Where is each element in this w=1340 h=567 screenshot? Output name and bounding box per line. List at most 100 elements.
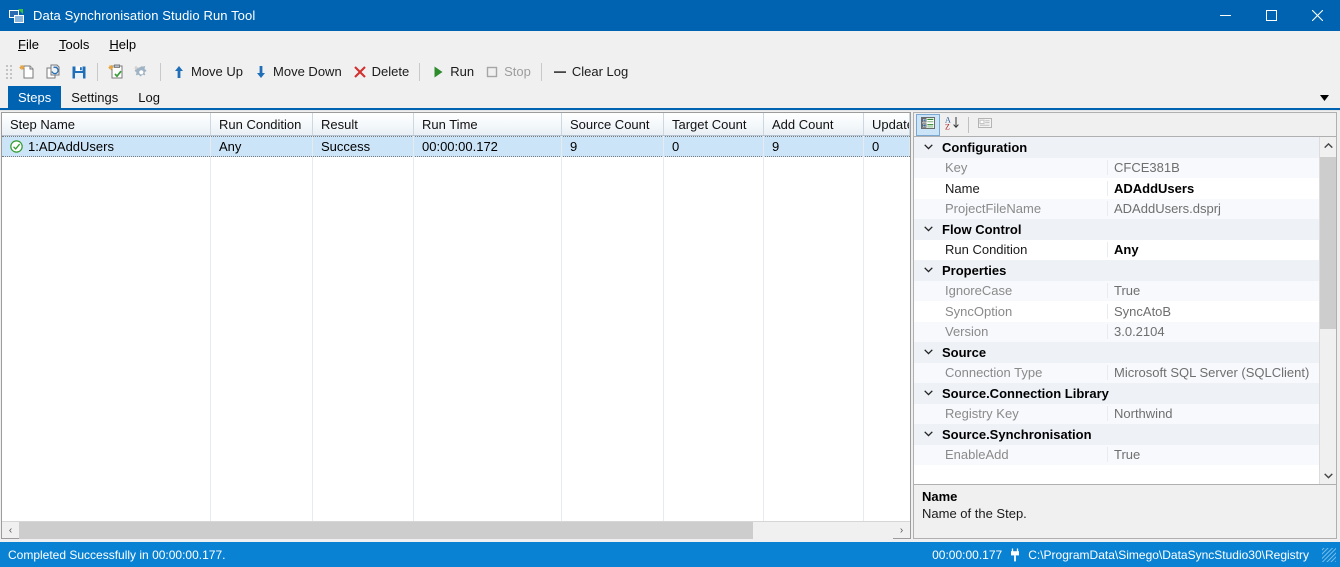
categorized-view-button[interactable] [916, 113, 940, 136]
property-grid-toolbar: A Z [913, 112, 1337, 136]
scroll-right-icon[interactable]: › [893, 522, 910, 539]
refresh-settings-button[interactable] [129, 60, 155, 83]
column-header-result[interactable]: Result [313, 113, 414, 135]
property-value[interactable]: Northwind [1107, 406, 1319, 422]
scroll-left-icon[interactable]: ‹ [2, 522, 19, 539]
hscroll-thumb[interactable] [19, 521, 754, 539]
toolbar: Move Up Move Down Delete Run Stop Clear … [0, 57, 1340, 86]
property-value[interactable]: ADAddUsers.dsprj [1107, 201, 1319, 217]
property-row-syncoption[interactable]: SyncOption SyncAtoB [914, 301, 1319, 322]
cell-step-name-text: 1:ADAddUsers [28, 139, 114, 154]
column-header-update[interactable]: Update [864, 113, 910, 135]
chevron-down-icon[interactable] [914, 431, 942, 437]
arrow-up-icon [171, 64, 187, 80]
property-name: EnableAdd [945, 447, 1009, 463]
save-button[interactable] [66, 60, 92, 83]
toolbar-separator [97, 62, 98, 81]
property-value[interactable]: Any [1107, 242, 1319, 258]
property-row-version[interactable]: Version 3.0.2104 [914, 321, 1319, 342]
property-name: ProjectFileName [945, 201, 1042, 217]
menu-item-tools[interactable]: Tools [49, 34, 99, 55]
table-row[interactable]: 1:ADAddUsers Any Success 00:00:00.172 9 … [2, 136, 910, 157]
clear-log-button[interactable]: Clear Log [547, 60, 633, 83]
app-sync-icon [9, 8, 25, 24]
run-button[interactable]: Run [425, 60, 479, 83]
cell-target-count[interactable]: 0 [664, 137, 764, 156]
property-category-source-synchronisation[interactable]: Source.Synchronisation [914, 424, 1319, 445]
category-label: Source [942, 344, 987, 360]
chevron-down-icon[interactable] [914, 390, 942, 396]
property-row-enableadd[interactable]: EnableAdd True [914, 444, 1319, 465]
delete-button[interactable]: Delete [347, 60, 415, 83]
resize-grip[interactable] [1322, 547, 1336, 562]
property-grid-vscrollbar[interactable] [1319, 137, 1336, 484]
tab-settings[interactable]: Settings [61, 86, 128, 108]
open-button[interactable] [40, 60, 66, 83]
property-category-properties[interactable]: Properties [914, 260, 1319, 281]
property-value[interactable]: 3.0.2104 [1107, 324, 1319, 340]
chevron-down-icon[interactable] [1318, 92, 1330, 104]
property-value[interactable]: True [1107, 447, 1319, 463]
arrow-down-icon [253, 64, 269, 80]
property-row-ignorecase[interactable]: IgnoreCase True [914, 280, 1319, 301]
column-header-run-condition[interactable]: Run Condition [211, 113, 313, 135]
success-check-icon [10, 140, 23, 153]
menu-item-file[interactable]: File [8, 34, 49, 55]
move-down-button[interactable]: Move Down [248, 60, 347, 83]
property-category-source[interactable]: Source [914, 342, 1319, 363]
tab-steps[interactable]: Steps [8, 86, 62, 108]
property-name: Version [945, 324, 989, 340]
cell-update[interactable]: 0 [864, 137, 910, 156]
property-pages-button[interactable] [974, 115, 996, 135]
property-category-flow-control[interactable]: Flow Control [914, 219, 1319, 240]
cell-step-name[interactable]: 1:ADAddUsers [2, 137, 211, 156]
property-value[interactable]: Microsoft SQL Server (SQLClient) [1107, 365, 1319, 381]
cell-source-count[interactable]: 9 [562, 137, 664, 156]
column-header-add-count[interactable]: Add Count [764, 113, 864, 135]
column-header-run-time[interactable]: Run Time [414, 113, 562, 135]
scroll-down-icon[interactable] [1320, 467, 1336, 484]
chevron-down-icon[interactable] [914, 226, 942, 232]
steps-grid-hscrollbar[interactable]: ‹ › [2, 521, 910, 539]
chevron-down-icon[interactable] [914, 267, 942, 273]
property-row-name[interactable]: Name ADAddUsers [914, 178, 1319, 199]
close-button[interactable] [1294, 0, 1340, 31]
property-name: Connection Type [945, 365, 1043, 381]
tab-strip: Steps Settings Log [0, 86, 1340, 110]
sort-alphabetical-button[interactable]: A Z [941, 115, 963, 135]
property-row-registry-key[interactable]: Registry Key Northwind [914, 403, 1319, 424]
tab-log[interactable]: Log [128, 86, 170, 108]
property-row-key[interactable]: Key CFCE381B [914, 157, 1319, 178]
property-row-connection-type[interactable]: Connection Type Microsoft SQL Server (SQ… [914, 362, 1319, 383]
property-name: Run Condition [945, 242, 1028, 258]
maximize-button[interactable] [1248, 0, 1294, 31]
new-button[interactable] [14, 60, 40, 83]
chevron-down-icon[interactable] [914, 144, 942, 150]
cell-run-time[interactable]: 00:00:00.172 [414, 137, 562, 156]
vscroll-thumb[interactable] [1320, 157, 1336, 329]
property-row-projectfilename[interactable]: ProjectFileName ADAddUsers.dsprj [914, 198, 1319, 219]
property-value[interactable]: ADAddUsers [1107, 180, 1319, 196]
cell-result[interactable]: Success [313, 137, 414, 156]
delete-x-icon [352, 64, 368, 80]
property-value[interactable]: CFCE381B [1107, 160, 1319, 176]
property-category-source-connection-library[interactable]: Source.Connection Library [914, 383, 1319, 404]
menu-item-help[interactable]: Help [99, 34, 146, 55]
new-step-button[interactable] [103, 60, 129, 83]
hscroll-track[interactable] [19, 521, 893, 539]
toolbar-grip[interactable] [4, 62, 12, 81]
column-header-target-count[interactable]: Target Count [664, 113, 764, 135]
move-up-button[interactable]: Move Up [166, 60, 248, 83]
cell-run-condition[interactable]: Any [211, 137, 313, 156]
cell-add-count[interactable]: 9 [764, 137, 864, 156]
chevron-down-icon[interactable] [914, 349, 942, 355]
property-value[interactable]: True [1107, 283, 1319, 299]
property-value[interactable]: SyncAtoB [1107, 303, 1319, 319]
property-category-configuration[interactable]: Configuration [914, 137, 1319, 158]
property-row-run-condition[interactable]: Run Condition Any [914, 240, 1319, 261]
column-header-step-name[interactable]: Step Name [2, 113, 211, 135]
scroll-up-icon[interactable] [1320, 137, 1336, 154]
column-header-source-count[interactable]: Source Count [562, 113, 664, 135]
minimize-button[interactable] [1202, 0, 1248, 31]
stop-button[interactable]: Stop [479, 60, 536, 83]
